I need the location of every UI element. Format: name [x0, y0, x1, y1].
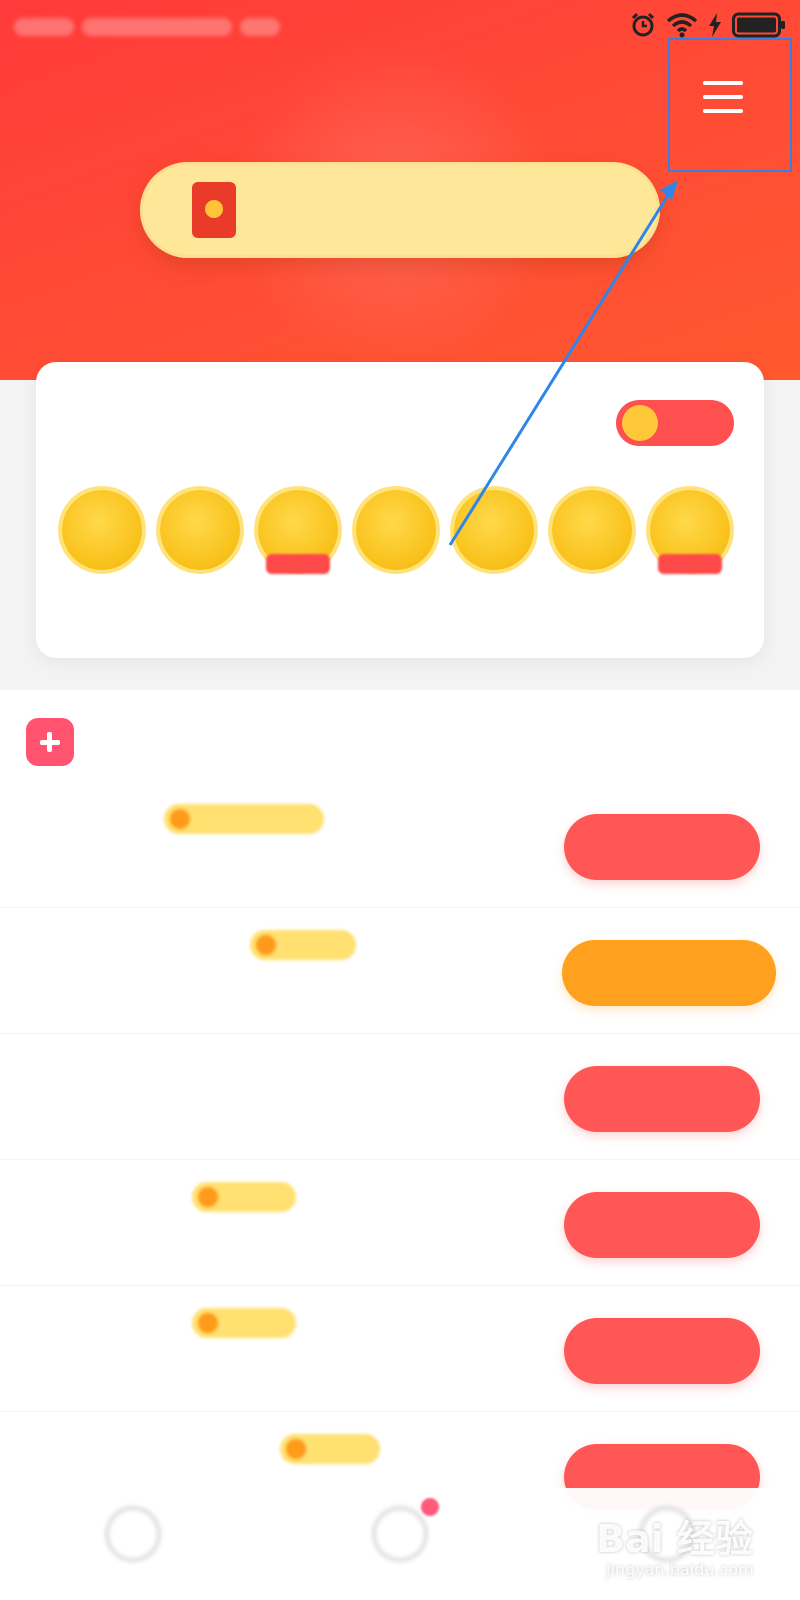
watermark-logo-text: Bai 经验 — [596, 1517, 753, 1561]
watermark-url: jingyan.baidu.com — [606, 1560, 754, 1579]
coin-icon — [256, 935, 276, 955]
task-reward-badge — [250, 930, 356, 960]
plus-task-icon — [26, 718, 74, 766]
task-row — [0, 908, 800, 1034]
task-row — [0, 782, 800, 908]
coin-icon — [170, 809, 190, 829]
coin-icon — [198, 1313, 218, 1333]
task-icon — [372, 1506, 428, 1562]
task-row — [0, 1286, 800, 1412]
task-action-button[interactable] — [564, 814, 760, 880]
notification-dot — [421, 1498, 440, 1516]
nav-item-tasks[interactable] — [267, 1488, 534, 1600]
task-action-button[interactable] — [562, 940, 776, 1006]
baidu-jingyan-watermark: Bai 经验 jingyan.baidu.com — [596, 1508, 786, 1592]
task-row — [0, 1160, 800, 1286]
task-reward-badge — [280, 1434, 380, 1464]
coin-icon — [198, 1187, 218, 1207]
coin-icon — [286, 1439, 306, 1459]
nav-item-home[interactable] — [0, 1488, 267, 1600]
task-action-button[interactable] — [564, 1318, 760, 1384]
task-reward-badge — [164, 804, 324, 834]
task-list — [0, 690, 800, 1538]
task-list-header — [26, 718, 86, 766]
task-reward-badge — [192, 1182, 296, 1212]
task-row — [0, 1034, 800, 1160]
task-action-button[interactable] — [564, 1066, 760, 1132]
task-action-button[interactable] — [564, 1192, 760, 1258]
task-reward-badge — [192, 1308, 296, 1338]
home-icon — [105, 1506, 162, 1562]
